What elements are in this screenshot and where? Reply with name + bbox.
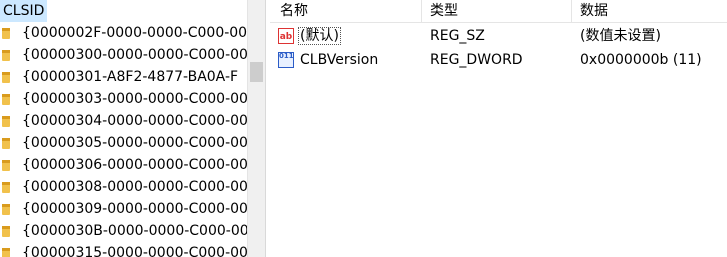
registry-editor-window: CLSID {0000002F-0000-0000-C000-00 {00000… [0, 0, 727, 257]
value-data: (数值未设置) [580, 28, 661, 44]
value-type: REG_DWORD [430, 52, 523, 68]
folder-icon [2, 226, 10, 237]
tree-scrollbar-thumb[interactable] [250, 62, 263, 82]
value-type: REG_SZ [430, 28, 485, 44]
dword-value-icon: 011 [278, 52, 294, 68]
tree-item[interactable]: {00000305-0000-0000-C000-00 [0, 132, 247, 154]
tree-root-clsid[interactable]: CLSID [0, 0, 247, 22]
tree-item-label: {00000309-0000-0000-C000-00 [22, 201, 247, 217]
folder-icon [2, 160, 10, 171]
values-list-header: 名称 类型 数据 [270, 0, 727, 23]
tree-item[interactable]: {00000304-0000-0000-C000-00 [0, 110, 247, 132]
values-list: 名称 类型 数据 ab (默认) REG_SZ (数值未设置) 011 CLBV… [270, 0, 727, 257]
column-header-data[interactable]: 数据 [580, 0, 608, 22]
column-divider[interactable] [421, 0, 422, 22]
tree-item-label: {00000315-0000-0000-C000-00 [22, 245, 247, 257]
tree-item[interactable]: {0000030B-0000-0000-C000-00 [0, 220, 247, 242]
folder-icon [2, 50, 10, 61]
folder-icon [2, 94, 10, 105]
string-value-icon: ab [278, 28, 294, 44]
folder-icon [2, 248, 10, 257]
tree-item-label: {00000304-0000-0000-C000-00 [22, 113, 247, 129]
tree-item-label: {00000303-0000-0000-C000-00 [22, 91, 247, 107]
tree-item[interactable]: {00000309-0000-0000-C000-00 [0, 198, 247, 220]
tree-item[interactable]: {00000303-0000-0000-C000-00 [0, 88, 247, 110]
tree-item[interactable]: {00000300-0000-0000-C000-00 [0, 44, 247, 66]
tree-scrollbar[interactable] [247, 0, 265, 257]
folder-icon [2, 204, 10, 215]
tree-item-label: {00000306-0000-0000-C000-00 [22, 157, 247, 173]
column-header-type[interactable]: 类型 [430, 0, 458, 22]
tree-item[interactable]: {00000301-A8F2-4877-BA0A-F [0, 66, 247, 88]
folder-icon [2, 138, 10, 149]
folder-icon [2, 116, 10, 127]
value-name: CLBVersion [300, 52, 379, 68]
tree-item[interactable]: {0000002F-0000-0000-C000-00 [0, 22, 247, 44]
tree-item[interactable]: {00000308-0000-0000-C000-00 [0, 176, 247, 198]
value-row[interactable]: ab (默认) REG_SZ (数值未设置) [270, 25, 727, 47]
tree-item[interactable]: {00000306-0000-0000-C000-00 [0, 154, 247, 176]
tree-item-label: {00000300-0000-0000-C000-00 [22, 47, 247, 63]
tree-item-label: {0000002F-0000-0000-C000-00 [22, 25, 247, 41]
folder-icon [2, 72, 10, 83]
key-tree: CLSID {0000002F-0000-0000-C000-00 {00000… [0, 0, 247, 257]
column-header-name[interactable]: 名称 [280, 0, 308, 22]
tree-item[interactable]: {00000315-0000-0000-C000-00 [0, 242, 247, 257]
tree-root-label: CLSID [0, 0, 48, 22]
value-data: 0x0000000b (11) [580, 52, 702, 68]
value-row[interactable]: 011 CLBVersion REG_DWORD 0x0000000b (11) [270, 49, 727, 71]
value-name: (默认) [298, 27, 341, 45]
tree-item-label: {00000308-0000-0000-C000-00 [22, 179, 247, 195]
value-name-cell: (默认) [298, 25, 341, 47]
tree-item-label: {00000301-A8F2-4877-BA0A-F [22, 69, 239, 85]
folder-icon [2, 28, 10, 39]
tree-item-label: {00000305-0000-0000-C000-00 [22, 135, 247, 151]
column-divider[interactable] [571, 0, 572, 22]
tree-item-label: {0000030B-0000-0000-C000-00 [22, 223, 247, 239]
folder-icon [2, 182, 10, 193]
